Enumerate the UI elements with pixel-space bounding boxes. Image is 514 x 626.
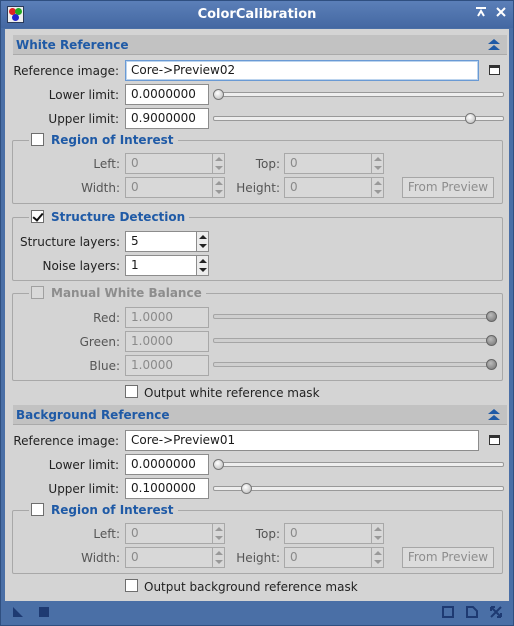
wr-roi-height-input[interactable]: 0 (284, 177, 372, 198)
output-white-mask-label: Output white reference mask (144, 386, 320, 400)
br-roi-width-label: Width: (81, 551, 120, 565)
new-instance-icon[interactable] (12, 606, 24, 621)
green-label: Green: (79, 335, 120, 349)
apply-global-icon[interactable] (38, 606, 50, 621)
br-roi-title-wrap[interactable]: Region of Interest (29, 503, 178, 517)
br-reference-image-label: Reference image: (13, 434, 119, 448)
br-lower-limit-slider[interactable] (213, 462, 504, 467)
wr-roi-checkbox[interactable] (31, 133, 44, 146)
blue-label: Blue: (89, 359, 120, 373)
wr-lower-limit-slider-thumb[interactable] (213, 89, 224, 100)
wr-roi-width-label: Width: (81, 181, 120, 195)
output-background-mask-label: Output background reference mask (144, 580, 358, 594)
wr-roi-top-label: Top: (255, 157, 280, 171)
br-upper-limit-slider-thumb[interactable] (241, 483, 252, 494)
br-upper-limit-label: Upper limit: (48, 482, 119, 496)
br-roi-top-input[interactable]: 0 (284, 523, 372, 544)
wr-roi-width-input[interactable]: 0 (125, 177, 213, 198)
br-roi-top-spin[interactable] (371, 523, 384, 544)
br-roi-checkbox[interactable] (31, 503, 44, 516)
manual-title-wrap[interactable]: Manual White Balance (29, 286, 206, 300)
red-input[interactable]: 1.0000 (125, 307, 209, 328)
background-reference-header[interactable]: Background Reference (13, 405, 507, 425)
wr-roi-title: Region of Interest (51, 133, 174, 147)
noise-layers-label: Noise layers: (42, 259, 120, 273)
green-slider-thumb[interactable] (486, 335, 497, 346)
br-roi-left-label: Left: (93, 527, 120, 541)
structure-detection-checkbox[interactable] (31, 210, 44, 223)
track-view-icon[interactable] (466, 606, 478, 621)
wr-from-preview-button[interactable]: From Preview (402, 177, 494, 198)
wr-roi-title-wrap[interactable]: Region of Interest (29, 133, 178, 147)
color-calibration-window: ColorCalibration White Reference Referen… (0, 0, 514, 626)
br-upper-limit-input[interactable]: 0.1000000 (125, 478, 209, 499)
br-roi-title: Region of Interest (51, 503, 174, 517)
wr-roi-left-spin[interactable] (212, 153, 225, 174)
white-reference-section-label: White Reference (16, 38, 129, 52)
br-reference-image-input[interactable]: Core->Preview01 (125, 430, 479, 451)
white-reference-header[interactable]: White Reference (13, 35, 507, 55)
manual-white-balance-checkbox[interactable] (31, 286, 44, 299)
structure-title-wrap[interactable]: Structure Detection (29, 210, 190, 224)
br-roi-height-label: Height: (236, 551, 280, 565)
dialog-content: White Reference Reference image: Core->P… (5, 29, 509, 601)
collapse-icon[interactable] (487, 408, 501, 422)
title-bar[interactable]: ColorCalibration (1, 1, 513, 28)
blue-slider-thumb[interactable] (486, 359, 497, 370)
wr-reference-image-label: Reference image: (13, 64, 119, 78)
br-roi-left-input[interactable]: 0 (125, 523, 213, 544)
green-input[interactable]: 1.0000 (125, 331, 209, 352)
output-white-mask-checkbox[interactable] (125, 385, 138, 398)
br-upper-limit-slider[interactable] (213, 486, 504, 491)
view-list-icon[interactable] (489, 435, 500, 445)
red-slider-thumb[interactable] (486, 311, 497, 322)
br-lower-limit-input[interactable]: 0.0000000 (125, 454, 209, 475)
blue-input[interactable]: 1.0000 (125, 355, 209, 376)
window-title: ColorCalibration (197, 7, 317, 22)
wr-roi-height-label: Height: (236, 181, 280, 195)
reset-icon[interactable] (490, 606, 502, 621)
close-icon[interactable] (492, 5, 510, 23)
browse-documentation-icon[interactable] (442, 606, 454, 621)
br-roi-height-spin[interactable] (371, 547, 384, 568)
green-slider[interactable] (213, 338, 497, 343)
noise-layers-input[interactable]: 1 (125, 255, 197, 276)
blue-slider[interactable] (213, 362, 497, 367)
manual-white-balance-title: Manual White Balance (51, 286, 202, 300)
wr-roi-width-spin[interactable] (212, 177, 225, 198)
br-roi-top-label: Top: (255, 527, 280, 541)
br-roi-width-input[interactable]: 0 (125, 547, 213, 568)
br-lower-limit-slider-thumb[interactable] (213, 459, 224, 470)
wr-reference-image-input[interactable]: Core->Preview02 (125, 60, 479, 81)
br-roi-left-spin[interactable] (212, 523, 225, 544)
shade-icon[interactable] (472, 5, 490, 23)
wr-upper-limit-slider[interactable] (213, 116, 504, 121)
collapse-icon[interactable] (487, 38, 501, 52)
structure-detection-title: Structure Detection (51, 210, 186, 224)
wr-roi-top-spin[interactable] (371, 153, 384, 174)
wr-upper-limit-input[interactable]: 0.9000000 (125, 108, 209, 129)
wr-upper-limit-slider-thumb[interactable] (465, 113, 476, 124)
noise-layers-spin[interactable] (196, 255, 209, 276)
br-lower-limit-label: Lower limit: (48, 458, 119, 472)
wr-upper-limit-label: Upper limit: (48, 112, 119, 126)
wr-lower-limit-slider[interactable] (213, 92, 504, 97)
br-roi-width-spin[interactable] (212, 547, 225, 568)
wr-roi-left-label: Left: (93, 157, 120, 171)
wr-roi-left-input[interactable]: 0 (125, 153, 213, 174)
view-list-icon[interactable] (489, 65, 500, 75)
structure-layers-spin[interactable] (196, 231, 209, 252)
structure-layers-input[interactable]: 5 (125, 231, 197, 252)
red-label: Red: (93, 311, 120, 325)
wr-roi-top-input[interactable]: 0 (284, 153, 372, 174)
structure-layers-label: Structure layers: (19, 235, 120, 249)
output-background-mask-checkbox[interactable] (125, 579, 138, 592)
br-from-preview-button[interactable]: From Preview (402, 547, 494, 568)
wr-lower-limit-input[interactable]: 0.0000000 (125, 84, 209, 105)
wr-roi-height-spin[interactable] (371, 177, 384, 198)
br-roi-height-input[interactable]: 0 (284, 547, 372, 568)
wr-lower-limit-label: Lower limit: (48, 88, 119, 102)
background-reference-section-label: Background Reference (16, 408, 170, 422)
red-slider[interactable] (213, 314, 497, 319)
